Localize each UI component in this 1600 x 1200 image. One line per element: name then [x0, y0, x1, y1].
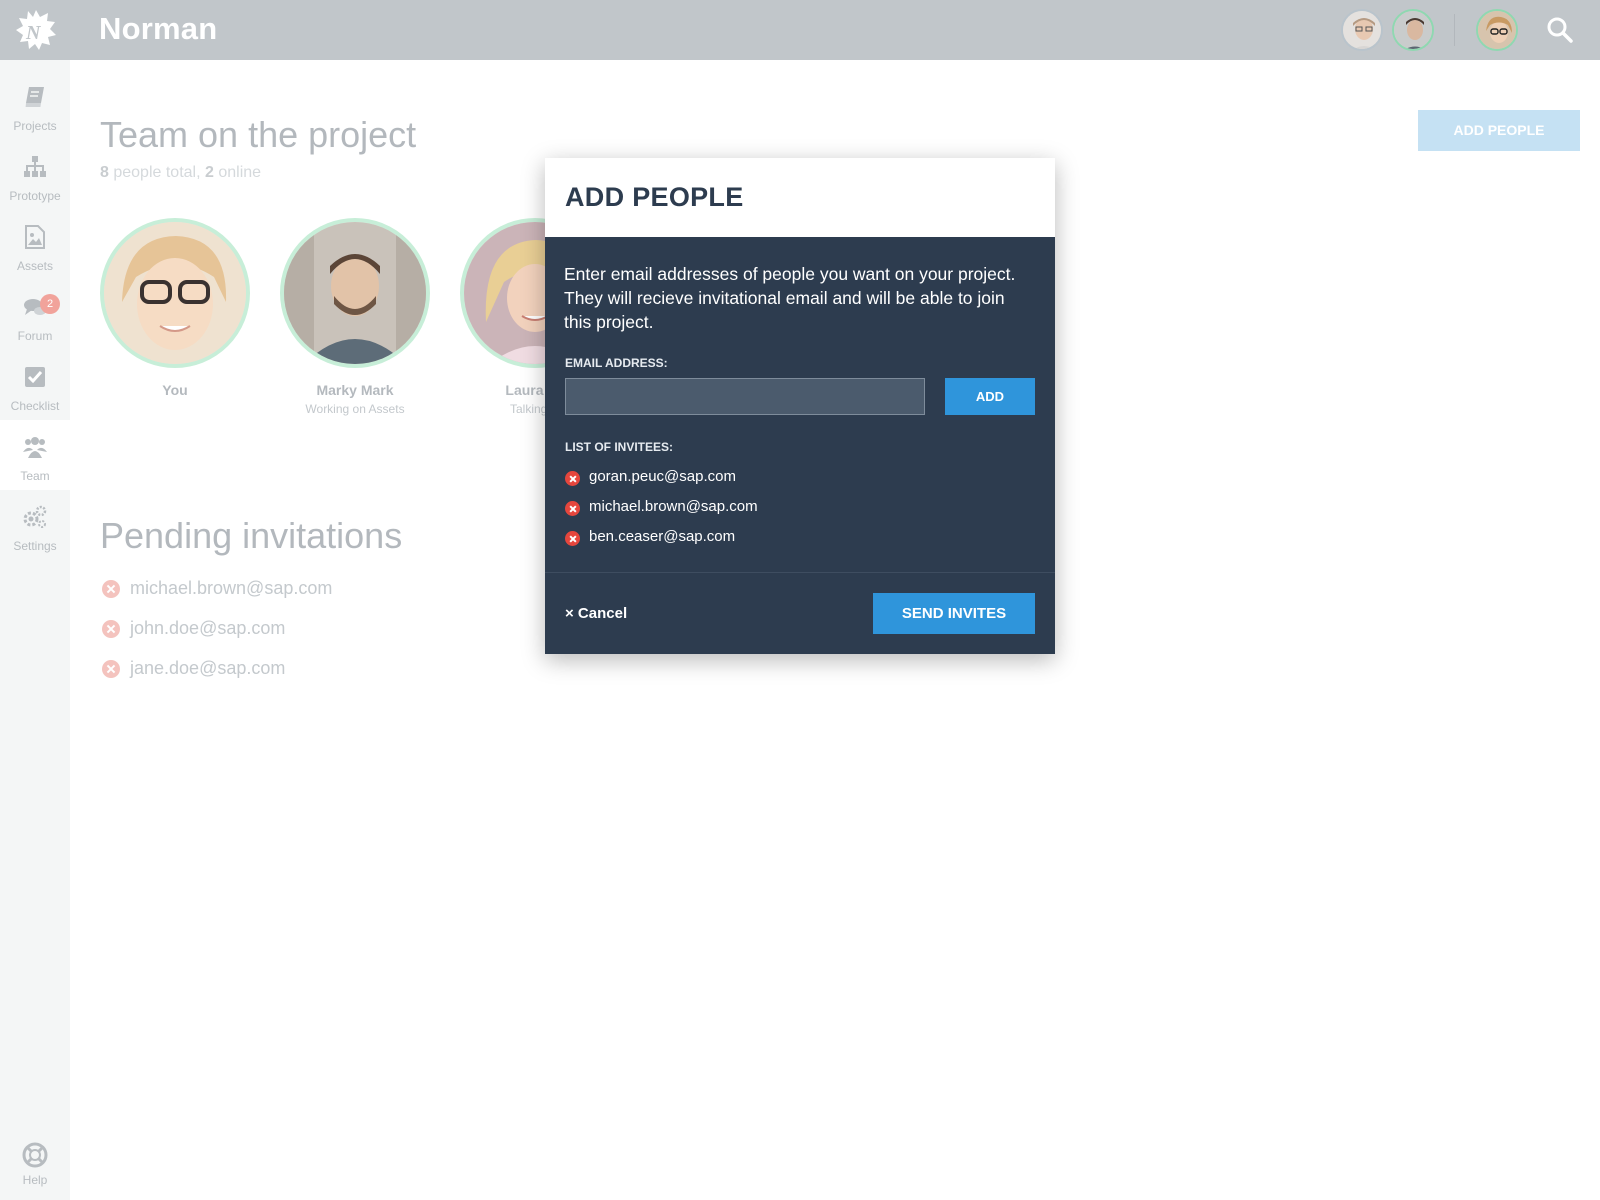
email-field-label: EMAIL ADDRESS: [565, 356, 668, 370]
sidebar-item-checklist[interactable]: Checklist [0, 350, 70, 420]
member-avatar [280, 218, 430, 368]
email-field[interactable] [565, 378, 925, 415]
dialog-header: ADD PEOPLE [545, 158, 1055, 237]
image-file-icon [25, 225, 45, 249]
total-count: 8 [100, 164, 109, 181]
sidebar-item-forum[interactable]: 2 Forum [0, 280, 70, 350]
avatar-photo [1478, 11, 1516, 49]
page-title: Team on the project [100, 114, 417, 155]
norman-logo-icon[interactable]: N [15, 9, 57, 51]
sidebar-item-label: Forum [17, 329, 53, 343]
dialog-title: ADD PEOPLE [565, 182, 744, 212]
avatar-photo [1394, 11, 1432, 49]
cancel-button[interactable]: × Cancel [565, 605, 627, 622]
avatar-photo [284, 222, 426, 364]
gears-icon [23, 505, 47, 528]
pending-email: michael.brown@sap.com [130, 578, 333, 598]
online-count: 2 [205, 164, 214, 181]
remove-invitee-icon[interactable] [565, 531, 580, 546]
collaborator-avatar[interactable] [1392, 9, 1434, 51]
sidebar-item-label: Prototype [9, 189, 61, 203]
top-bar: N Norman [0, 0, 1600, 60]
sidebar-item-label: Help [22, 1173, 48, 1187]
checkbox-icon [25, 367, 45, 387]
invitees-list-label: LIST OF INVITEES: [565, 440, 674, 454]
avatar-photo [104, 222, 246, 364]
add-people-button[interactable]: ADD PEOPLE [1418, 110, 1580, 151]
sidebar-item-label: Checklist [10, 399, 60, 413]
pending-email: john.doe@sap.com [130, 618, 286, 638]
topbar-divider [1454, 14, 1455, 46]
remove-invitation-icon[interactable] [102, 660, 120, 678]
sidebar-item-team[interactable]: Team [0, 420, 70, 490]
add-email-button[interactable]: ADD [945, 378, 1035, 415]
remove-invitee-icon[interactable] [565, 471, 580, 486]
member-name: You [162, 382, 188, 398]
online-label: online [218, 164, 262, 181]
add-people-dialog: ADD PEOPLE Enter email addresses of peop… [545, 158, 1055, 654]
svg-text:N: N [25, 22, 42, 44]
invitee-email: ben.ceaser@sap.com [589, 528, 736, 545]
dialog-description: Enter email addresses of people you want… [564, 264, 1016, 332]
current-user-avatar[interactable] [1476, 9, 1518, 51]
book-icon [25, 87, 44, 107]
sidebar-item-projects[interactable]: Projects [0, 70, 70, 140]
people-icon [23, 437, 47, 458]
sidebar-item-label: Team [20, 469, 50, 483]
sidebar-item-assets[interactable]: Assets [0, 210, 70, 280]
pending-invitations-title: Pending invitations [100, 515, 403, 556]
invitee-email: michael.brown@sap.com [589, 498, 758, 515]
search-icon[interactable] [1545, 15, 1575, 45]
total-label: people total, [113, 164, 201, 181]
member-avatar [100, 218, 250, 368]
sidebar-item-label: Projects [13, 119, 57, 133]
member-status: Working on Assets [305, 402, 405, 416]
avatar-photo [1343, 11, 1381, 49]
sidebar-item-prototype[interactable]: Prototype [0, 140, 70, 210]
collaborator-avatar[interactable] [1341, 9, 1383, 51]
sidebar: Projects Prototype Assets 2 Forum Checkl… [0, 60, 70, 1200]
member-name: Marky Mark [316, 382, 394, 398]
invitee-email: goran.peuc@sap.com [589, 468, 736, 485]
sidebar-item-label: Settings [13, 539, 57, 553]
remove-invitee-icon[interactable] [565, 501, 580, 516]
team-summary: 8 people total, 2 online [100, 164, 261, 182]
lifebuoy-icon [22, 1142, 48, 1168]
remove-invitation-icon[interactable] [102, 580, 120, 598]
sidebar-item-settings[interactable]: Settings [0, 490, 70, 560]
pending-email: jane.doe@sap.com [130, 658, 286, 678]
send-invites-button[interactable]: SEND INVITES [873, 593, 1035, 634]
app-name: Norman [99, 11, 218, 46]
forum-notification-badge: 2 [40, 294, 60, 314]
sitemap-icon [24, 156, 46, 177]
dialog-divider [545, 572, 1055, 573]
sidebar-item-help[interactable]: Help [0, 1140, 70, 1200]
remove-invitation-icon[interactable] [102, 620, 120, 638]
sidebar-item-label: Assets [16, 259, 53, 273]
